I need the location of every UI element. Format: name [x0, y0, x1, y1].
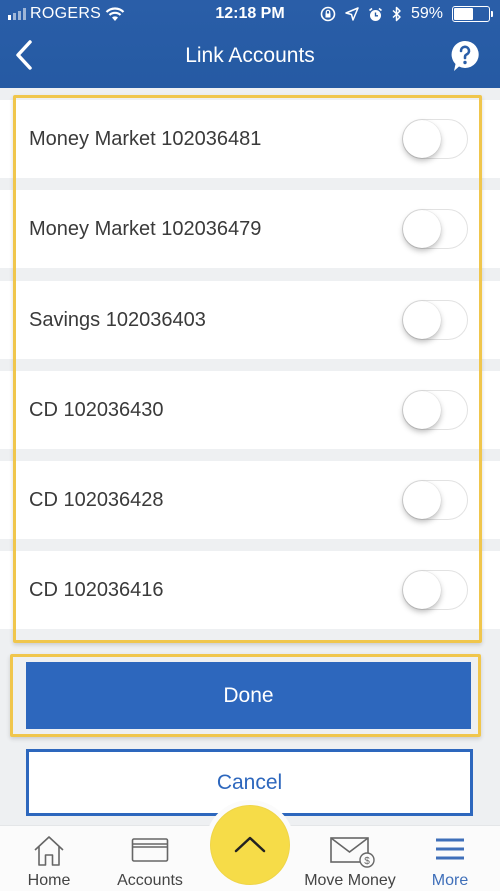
tab-label: More: [431, 872, 469, 889]
tab-label: Move Money: [304, 872, 396, 889]
account-row: Money Market 102036479: [0, 190, 500, 268]
toggle-knob: [403, 391, 441, 429]
location-icon: [345, 7, 359, 21]
account-label: Money Market 102036479: [29, 218, 262, 240]
done-highlight-frame: Done: [10, 654, 481, 737]
link-toggle[interactable]: [402, 209, 468, 249]
status-bar: ROGERS 12:18 PM 59%: [0, 0, 500, 30]
tab-label: Home: [27, 872, 71, 889]
link-toggle[interactable]: [402, 570, 468, 610]
link-toggle[interactable]: [402, 390, 468, 430]
bluetooth-icon: [392, 6, 401, 22]
account-row: Savings 102036403: [0, 281, 500, 359]
account-row: CD 102036428: [0, 461, 500, 539]
tab-more[interactable]: More: [420, 826, 480, 891]
account-row: Money Market 102036481: [0, 100, 500, 178]
tab-home[interactable]: Home: [14, 826, 84, 891]
battery-level: [454, 8, 474, 20]
svg-text:$: $: [364, 856, 370, 867]
done-button[interactable]: Done: [26, 662, 471, 729]
account-label: CD 102036416: [29, 579, 164, 601]
home-icon: [34, 836, 64, 866]
tab-accounts[interactable]: Accounts: [110, 826, 190, 891]
card-icon: [131, 838, 169, 862]
account-label: Money Market 102036481: [29, 128, 262, 150]
quick-actions-button[interactable]: [211, 806, 289, 884]
toggle-knob: [403, 571, 441, 609]
account-row: CD 102036430: [0, 371, 500, 449]
account-label: CD 102036428: [29, 489, 164, 511]
chevron-up-icon: [234, 836, 266, 853]
tab-move-money[interactable]: $ Move Money: [300, 826, 400, 891]
toggle-knob: [403, 120, 441, 158]
battery-percent: 59%: [410, 5, 443, 22]
orientation-lock-icon: [320, 6, 336, 22]
hamburger-menu-icon: [436, 838, 464, 860]
help-button[interactable]: [450, 40, 480, 72]
alarm-icon: [368, 7, 382, 21]
envelope-dollar-icon: $: [330, 837, 375, 868]
link-toggle[interactable]: [402, 480, 468, 520]
toggle-knob: [403, 301, 441, 339]
app-header: ROGERS 12:18 PM 59% Link Accounts: [0, 0, 500, 88]
page-title: Link Accounts: [185, 44, 315, 67]
tab-label: Accounts: [117, 872, 183, 889]
account-label: CD 102036430: [29, 399, 164, 421]
account-label: Savings 102036403: [29, 309, 206, 331]
status-right: 59%: [320, 5, 493, 23]
account-row: CD 102036416: [0, 551, 500, 629]
toggle-knob: [403, 481, 441, 519]
toggle-knob: [403, 210, 441, 248]
battery-icon: [452, 6, 493, 22]
link-toggle[interactable]: [402, 300, 468, 340]
link-toggle[interactable]: [402, 119, 468, 159]
